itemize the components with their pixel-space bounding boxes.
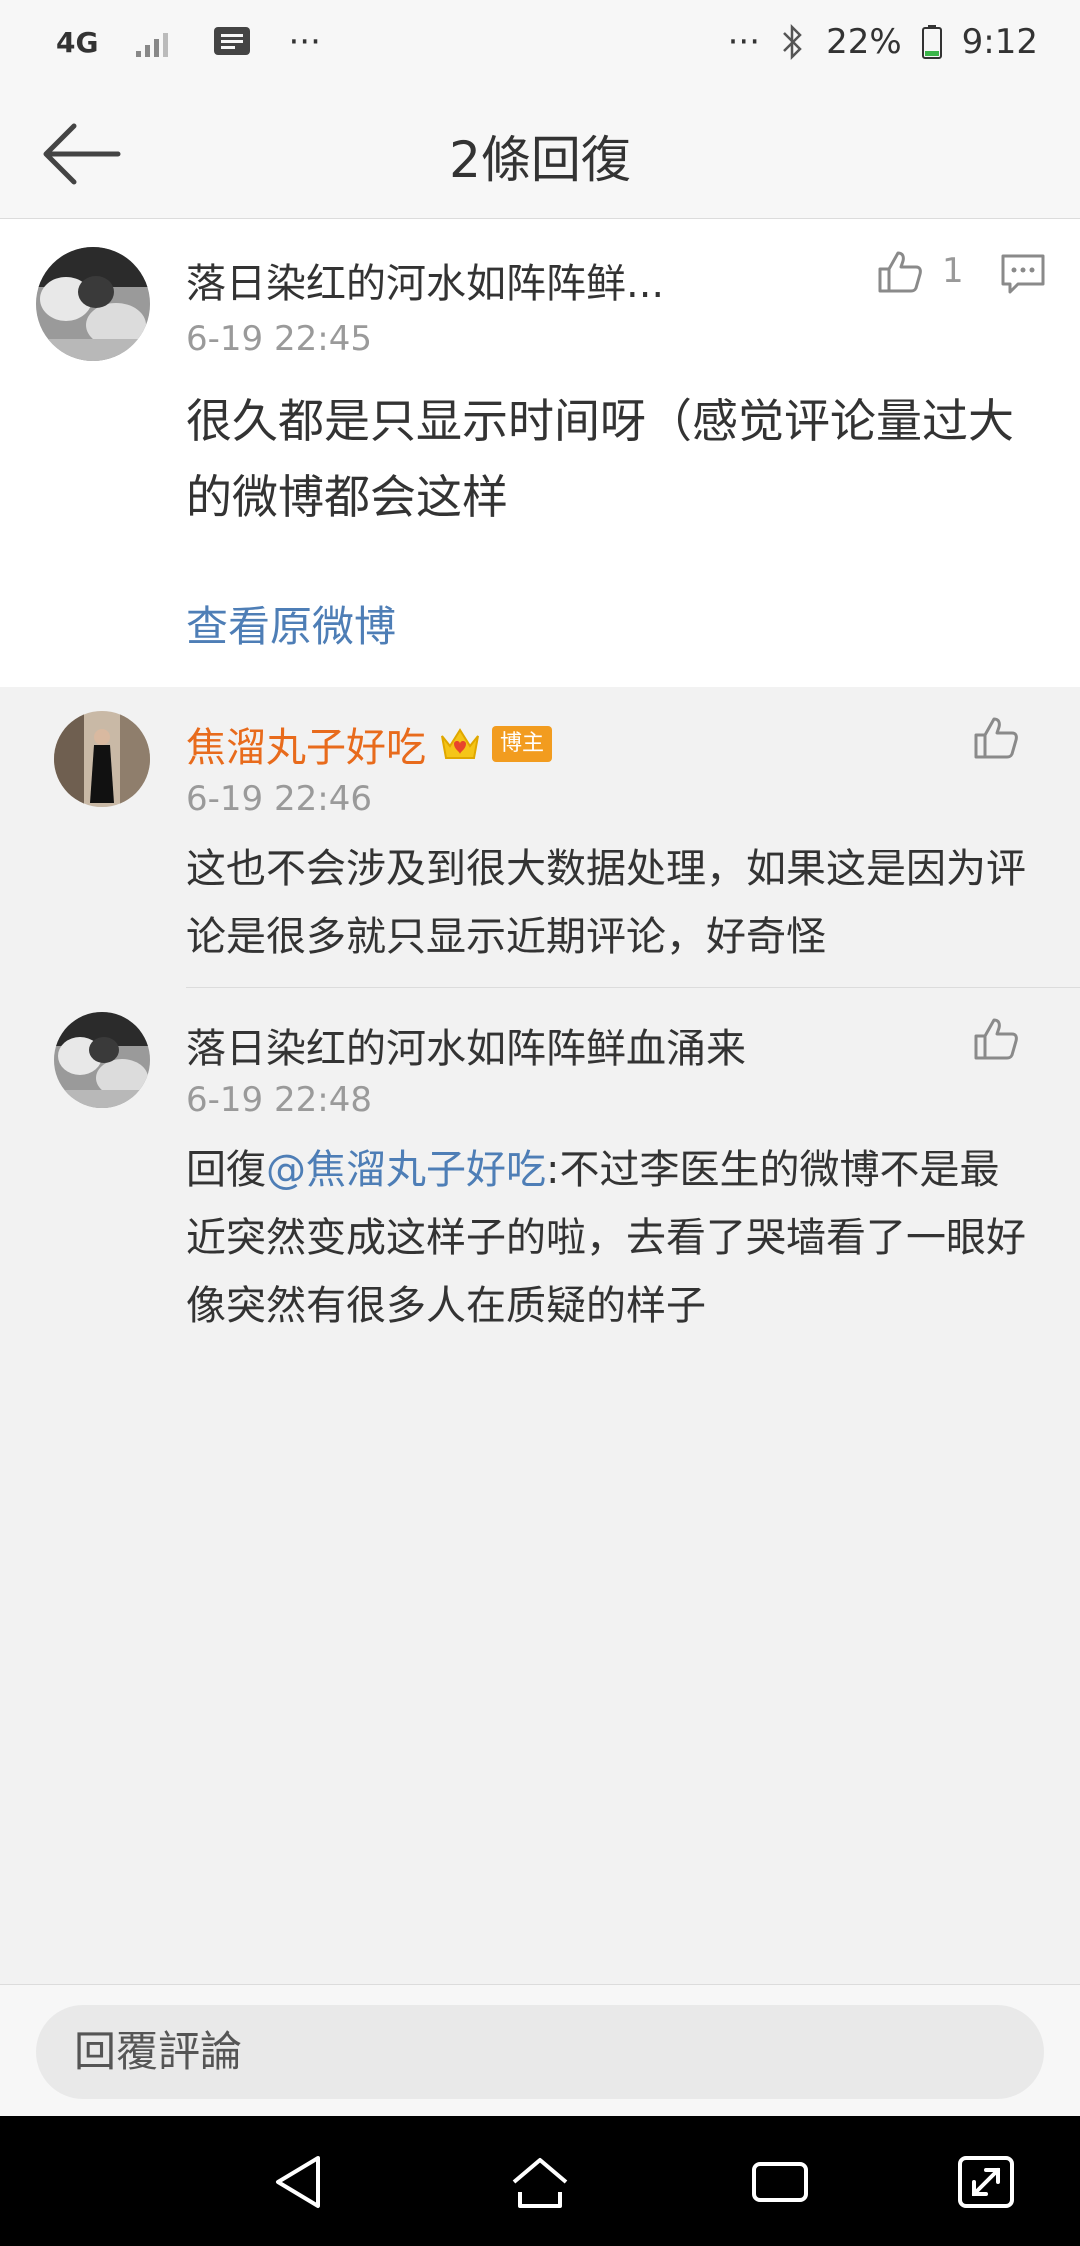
nav-expand-button[interactable] [954,2152,1018,2212]
like-button[interactable] [972,1014,1020,1062]
nav-recents-button[interactable] [748,2152,812,2212]
nav-home-button[interactable] [508,2152,572,2212]
reply-bar: 回覆評論 [0,1984,1080,2117]
like-icon [974,1018,1018,1060]
list-item: 落日染红的河水如阵阵鲜血涌来 6-19 22:48 回復@焦溜丸子好吃:不过李医… [0,988,1080,1388]
crown-icon [441,728,479,759]
replies-list: 焦溜丸子好吃 博主 6-19 22:46 这也不会涉及到很大数据处理，如果这是因… [0,687,1080,1984]
status-right: ··· 22% 9:12 [728,22,1038,62]
reply-username[interactable]: 落日染红的河水如阵阵鲜血涌来 [186,1016,746,1074]
mention-link[interactable]: @焦溜丸子好吃 [266,1147,546,1193]
signal-icon [136,33,169,57]
reply-text: 回復@焦溜丸子好吃:不过李医生的微博不是最近突然变成这样子的啦，去看了哭墙看了一… [186,1136,1036,1340]
nav-expand-icon [958,2156,1014,2208]
network-indicator: 4G [56,25,99,59]
status-left: 4G ··· [56,22,321,62]
reply-prefix: 回復 [186,1147,266,1193]
avatar[interactable] [54,1012,150,1108]
reply-time: 6-19 22:48 [186,1080,372,1120]
like-button[interactable] [972,713,1020,761]
bluetooth-icon [783,23,802,61]
avatar-image [36,247,150,361]
like-button[interactable]: 1 [876,247,964,295]
top-nav-bar: 2條回復 [0,90,1080,219]
reply-username-text: 焦溜丸子好吃 [186,725,426,771]
avatar-image [54,711,150,807]
status-bar: 4G ··· ··· 22% 9:12 [0,0,1080,90]
view-original-link[interactable]: 查看原微博 [186,593,396,654]
comment-username[interactable]: 落日染红的河水如阵阵鲜... [186,251,664,309]
comment-icon [1001,254,1045,294]
nav-back-button[interactable] [270,2152,334,2212]
reply-username[interactable]: 焦溜丸子好吃 博主 [186,715,553,773]
reply-text: 这也不会涉及到很大数据处理，如果这是因为评论是很多就只显示近期评论，好奇怪 [186,846,1026,960]
avatar[interactable] [36,247,150,361]
nav-home-icon [512,2158,568,2208]
battery-percent: 22% [826,22,902,62]
clock: 9:12 [961,22,1038,62]
like-icon [878,251,922,293]
comment-time: 6-19 22:45 [186,319,372,359]
nav-back-icon [276,2156,320,2208]
message-icon [214,27,251,55]
list-item: 焦溜丸子好吃 博主 6-19 22:46 这也不会涉及到很大数据处理，如果这是因… [0,687,1080,987]
blogger-badge: 博主 [492,726,553,762]
comment-text: 很久都是只显示时间呀（感觉评论量过大的微博都会这样 [186,394,1014,524]
nav-recents-icon [752,2162,808,2202]
avatar[interactable] [54,711,150,807]
page-title: 2條回復 [449,131,631,189]
battery-icon [921,25,942,59]
avatar-image [54,1012,150,1108]
reply-time: 6-19 22:46 [186,779,372,819]
like-count: 1 [942,251,964,291]
status-more-right: ··· [727,22,761,62]
like-icon [974,717,1018,759]
comment-button[interactable] [1000,253,1046,295]
main-comment: 落日染红的河水如阵阵鲜... 6-19 22:45 1 很久都是只显示时间呀（感… [0,219,1080,687]
reply-input[interactable]: 回覆評論 [36,2005,1044,2099]
system-nav-bar [0,2116,1080,2246]
status-more-left: ··· [288,22,321,62]
